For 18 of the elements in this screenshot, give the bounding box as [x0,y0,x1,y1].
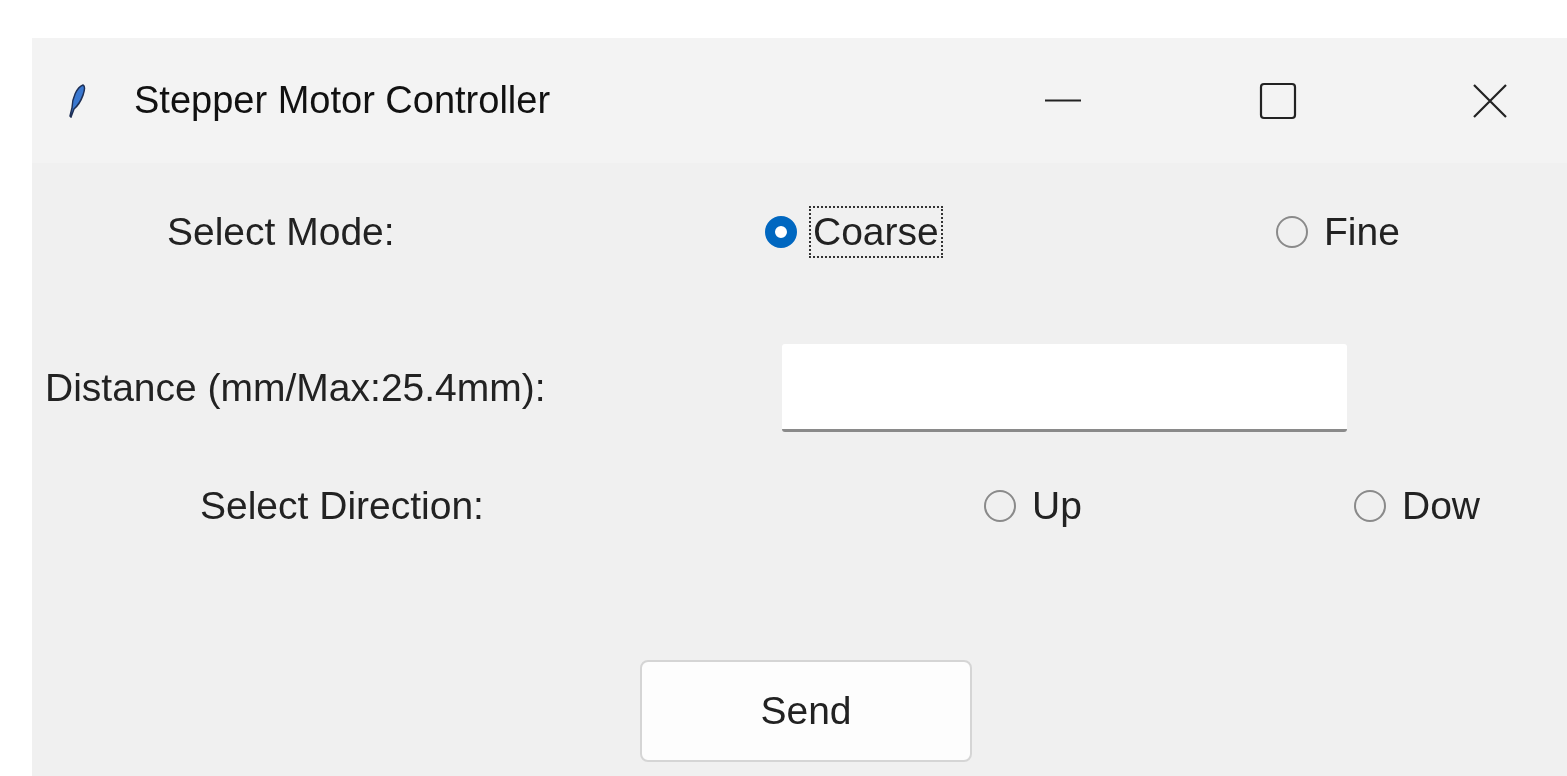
feather-icon [68,83,88,118]
distance-label: Distance (mm/Max:25.4mm): [45,366,547,410]
radio-label[interactable]: Coarse [809,206,943,258]
radio-label[interactable]: Fine [1320,206,1404,258]
radio-button[interactable] [984,490,1016,522]
maximize-button[interactable] [1258,80,1298,121]
radio-button[interactable] [1354,490,1386,522]
group-label: Select Direction: [199,484,485,528]
minimize-icon [1045,99,1081,102]
window-title: Stepper Motor Controller [134,79,551,122]
radio-label[interactable]: Dow [1398,480,1485,532]
distance-input-field[interactable] [782,344,1347,432]
radio-button[interactable] [1276,216,1308,248]
group-label: Select Mode: [166,210,396,254]
radio-label[interactable]: Up [1028,480,1086,532]
radio-button[interactable] [765,216,797,248]
send-button[interactable]: Send [640,660,972,762]
maximize-icon [1258,80,1298,121]
